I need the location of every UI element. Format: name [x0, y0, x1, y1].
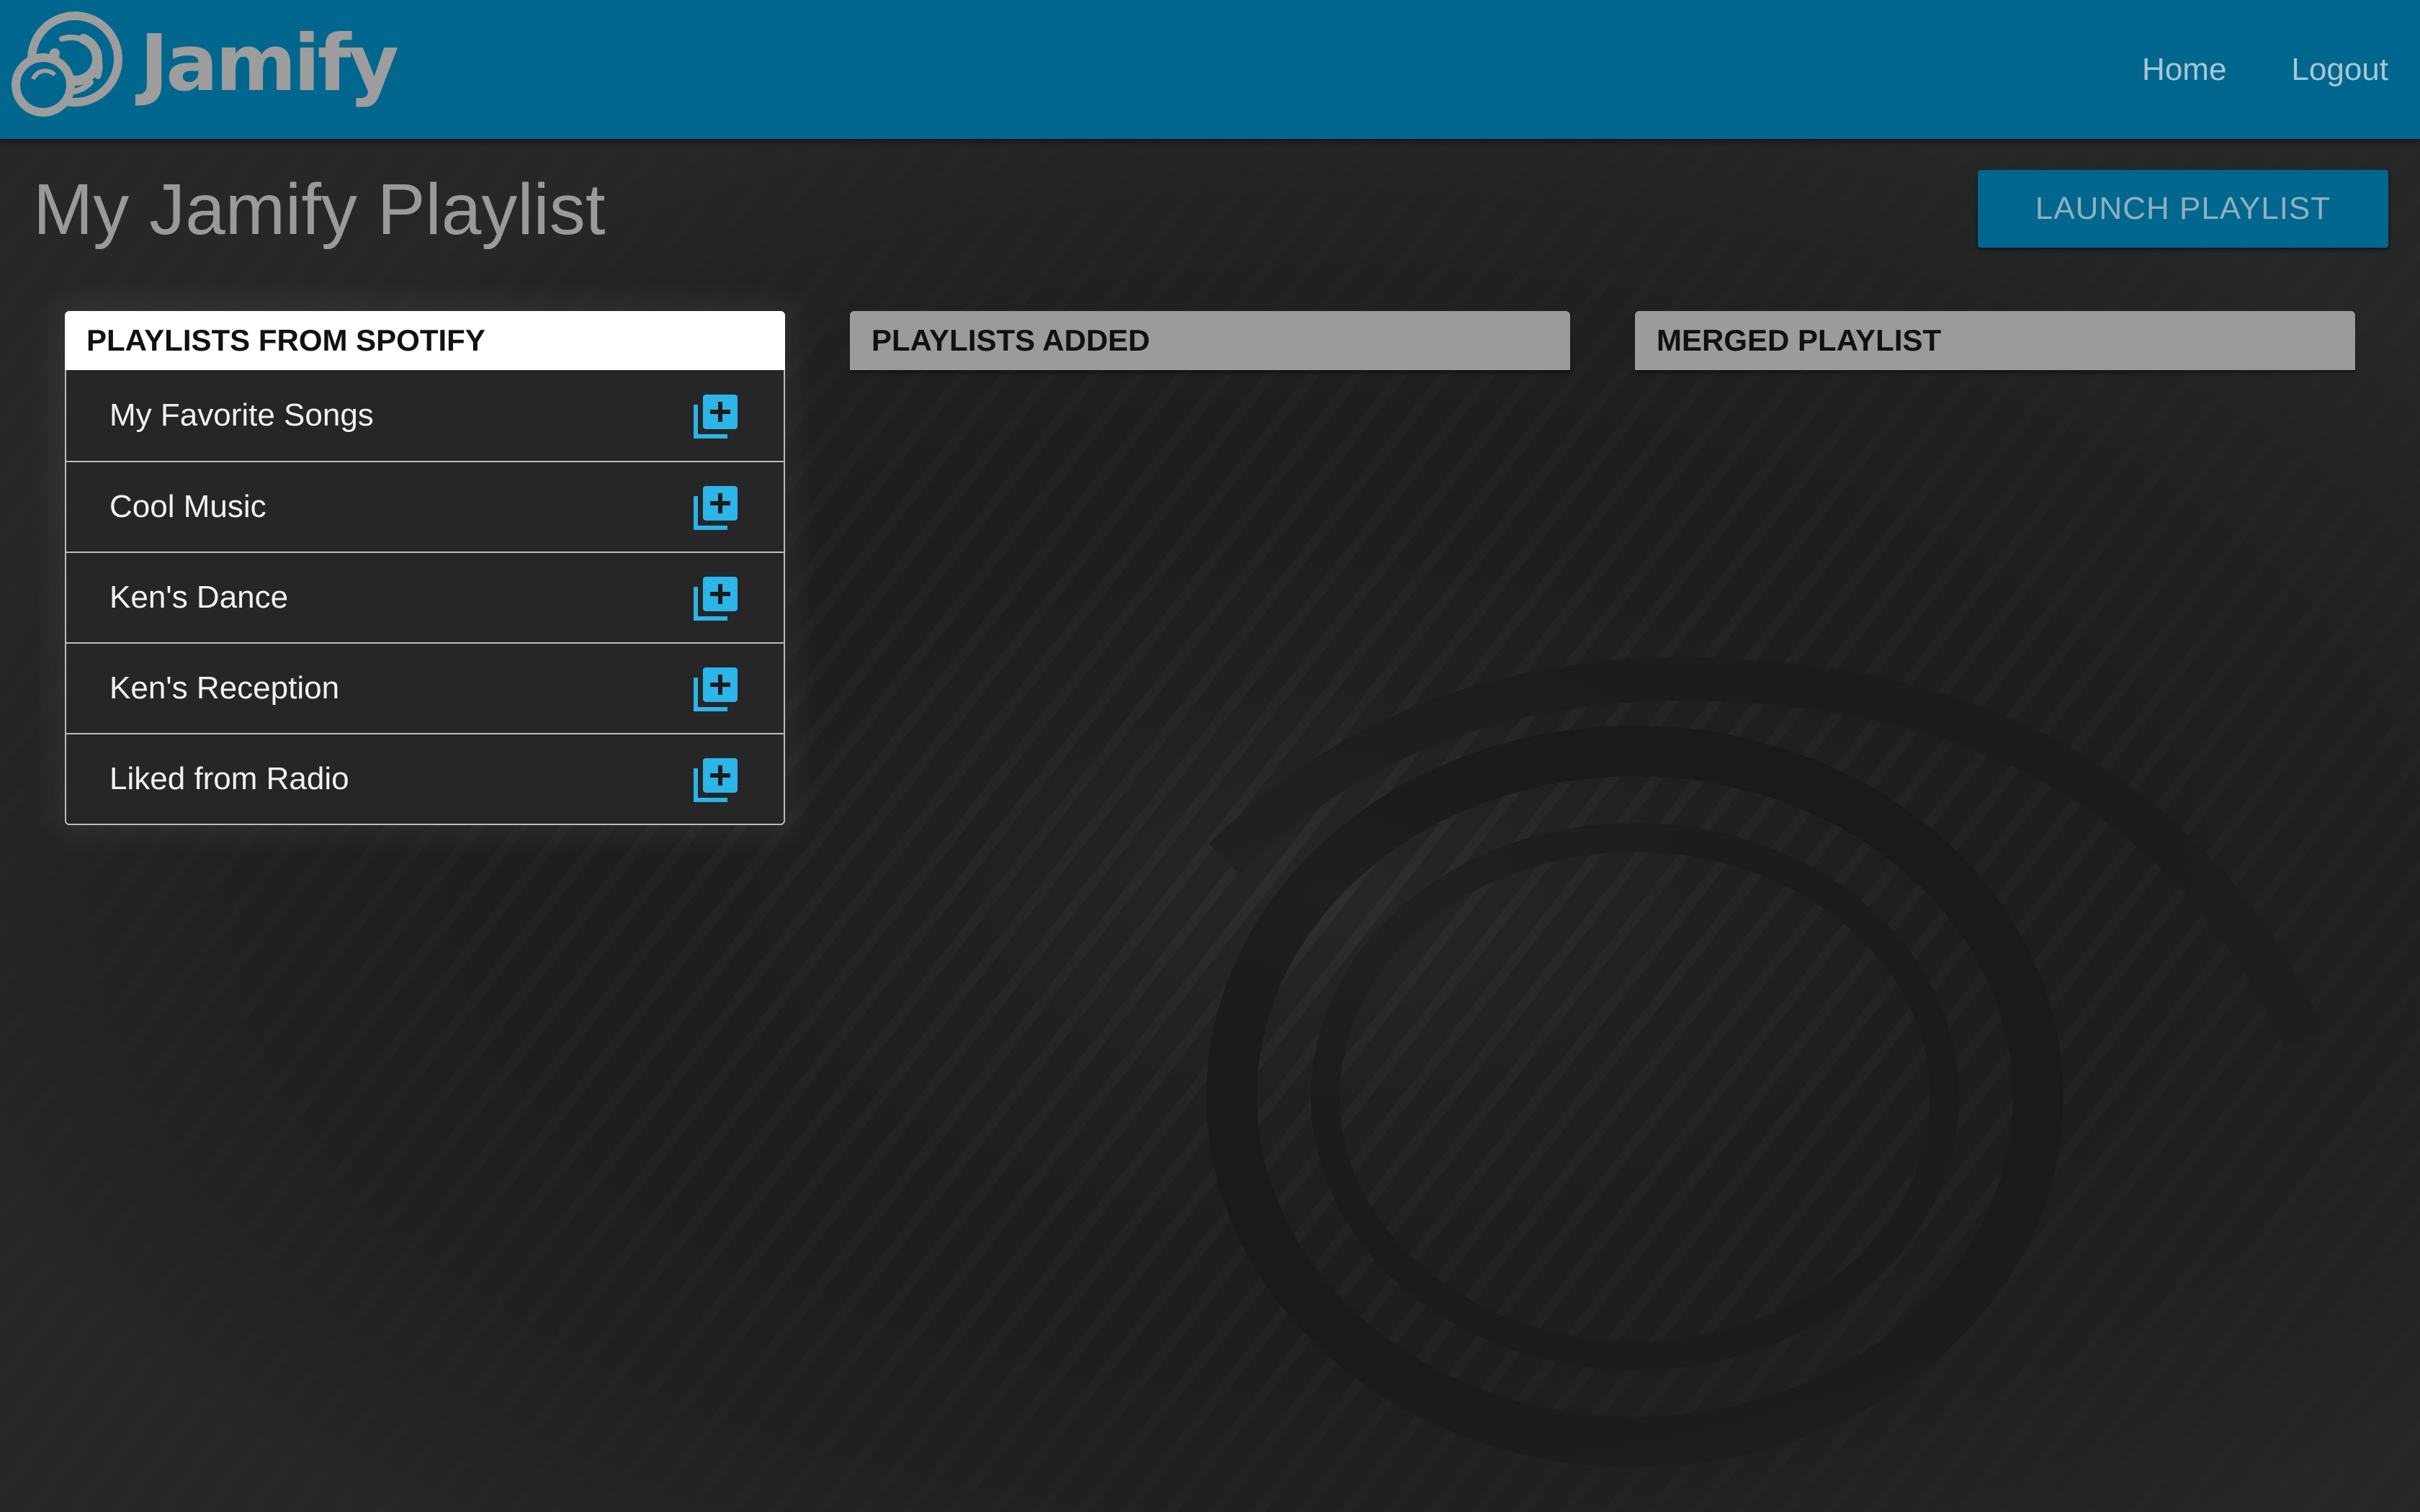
brand-logo[interactable]: Jamify — [12, 10, 399, 118]
added-playlists-panel: PLAYLISTS ADDED — [850, 311, 1570, 370]
merged-playlist-heading: MERGED PLAYLIST — [1635, 311, 2355, 370]
list-item[interactable]: Cool Music — [66, 461, 784, 552]
nav-home-link[interactable]: Home — [2142, 52, 2226, 88]
jamify-logo-icon — [12, 12, 122, 117]
spotify-playlists-heading: PLAYLISTS FROM SPOTIFY — [65, 311, 785, 370]
add-to-playlist-icon[interactable] — [693, 574, 740, 621]
playlist-name: Ken's Dance — [109, 580, 289, 615]
list-item[interactable]: My Favorite Songs — [66, 370, 784, 461]
playlist-name: Ken's Reception — [109, 670, 340, 706]
list-item[interactable]: Ken's Reception — [66, 642, 784, 733]
add-to-playlist-icon[interactable] — [693, 755, 740, 803]
spotify-playlists-panel: PLAYLISTS FROM SPOTIFY My Favorite Songs… — [65, 311, 785, 825]
page-title: My Jamify Playlist — [33, 169, 606, 250]
list-item[interactable]: Ken's Dance — [66, 552, 784, 642]
nav-logout-link[interactable]: Logout — [2291, 52, 2388, 88]
added-playlists-heading: PLAYLISTS ADDED — [850, 311, 1570, 370]
top-navbar: Jamify Home Logout — [0, 0, 2420, 139]
list-item[interactable]: Liked from Radio — [66, 733, 784, 824]
playlist-name: Liked from Radio — [109, 761, 349, 796]
add-to-playlist-icon[interactable] — [693, 392, 740, 439]
spotify-playlist-list: My Favorite Songs Cool Music Ken's Dance… — [65, 370, 785, 825]
merged-playlist-panel: MERGED PLAYLIST — [1635, 311, 2355, 370]
brand-name: Jamify — [140, 19, 399, 109]
playlist-name: My Favorite Songs — [109, 397, 374, 433]
main-nav: Home Logout — [2142, 0, 2388, 139]
add-to-playlist-icon[interactable] — [693, 665, 740, 712]
playlist-name: Cool Music — [109, 489, 266, 524]
add-to-playlist-icon[interactable] — [693, 483, 740, 531]
launch-playlist-button[interactable]: LAUNCH PLAYLIST — [1978, 170, 2388, 248]
